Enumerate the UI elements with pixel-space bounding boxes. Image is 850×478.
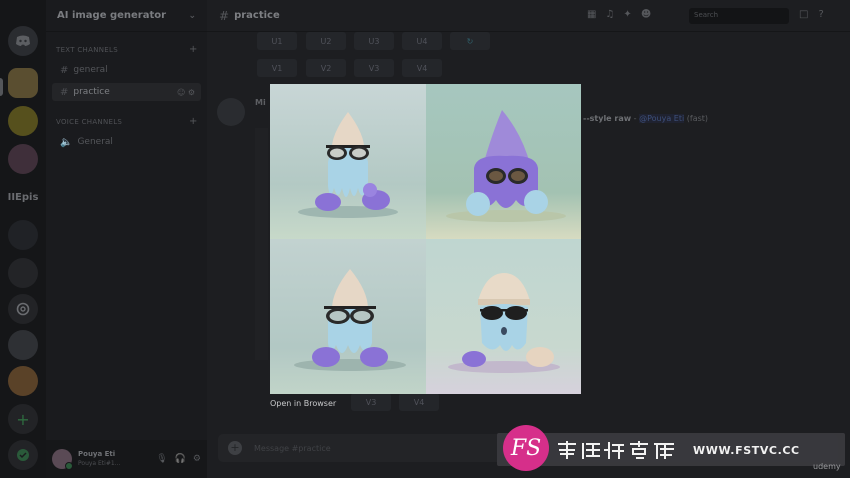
- image-grid-edge: [255, 128, 268, 360]
- server-icon-sail[interactable]: [8, 330, 38, 360]
- variation-button-1[interactable]: V1: [257, 59, 297, 77]
- channel-practice[interactable]: # practice ☺ ⚙: [52, 83, 201, 101]
- add-server-icon[interactable]: +: [8, 404, 38, 434]
- server-icon-ai[interactable]: [8, 68, 38, 98]
- server-name: AI image generator: [57, 10, 167, 21]
- speed-tag: (fast): [686, 114, 709, 123]
- upscale-button-2[interactable]: U2: [306, 32, 346, 50]
- upscale-button-4[interactable]: U4: [402, 32, 442, 50]
- image-tile-1: [270, 84, 426, 239]
- speaker-icon: 🔈: [60, 136, 73, 148]
- topbar-icons: ▦ ♫ ✦ ☻: [587, 9, 651, 20]
- user-mention[interactable]: @Pouya Eti: [639, 114, 685, 123]
- variation-button-2[interactable]: V2: [306, 59, 346, 77]
- channel-sidebar: AI image generator ⌄ TEXT CHANNELS + # g…: [46, 0, 207, 478]
- watermark-logo: FS: [503, 425, 549, 471]
- discord-app: IIEpis + AI image generator ⌄ TEXT CHANN…: [0, 0, 850, 478]
- chevron-down-icon: ⌄: [188, 10, 196, 21]
- help-icon[interactable]: ?: [818, 9, 823, 20]
- avatar[interactable]: [52, 449, 73, 470]
- pin-icon[interactable]: ✦: [623, 9, 631, 20]
- discord-home-icon[interactable]: [8, 26, 38, 56]
- composer-placeholder: Message #practice: [254, 443, 331, 453]
- server-icon-orange[interactable]: [8, 366, 38, 396]
- hash-icon: #: [219, 8, 230, 23]
- server-rail: IIEpis +: [0, 0, 46, 478]
- channel-title: practice: [234, 10, 280, 21]
- watermark-chinese-wordmark: [558, 441, 674, 459]
- add-voice-channel-icon[interactable]: +: [189, 116, 198, 127]
- generated-image-grid[interactable]: [270, 84, 581, 394]
- channel-general[interactable]: # general: [52, 61, 201, 79]
- voice-channels-category[interactable]: VOICE CHANNELS +: [56, 116, 197, 127]
- channel-settings-icons[interactable]: ☺ ⚙: [177, 88, 195, 97]
- prompt-style: --style raw: [583, 114, 632, 123]
- inbox-icon[interactable]: □: [799, 9, 808, 20]
- explore-servers-icon[interactable]: [8, 440, 38, 470]
- channel-topbar: # practice ▦ ♫ ✦ ☻ Search □ ?: [207, 0, 850, 32]
- open-in-browser-link[interactable]: Open in Browser: [270, 399, 336, 408]
- voice-category-label: VOICE CHANNELS: [56, 118, 123, 126]
- server-header[interactable]: AI image generator ⌄: [46, 0, 207, 32]
- channel-label: practice: [73, 87, 110, 97]
- voice-channel-general[interactable]: 🔈 General: [52, 133, 201, 151]
- gear-icon[interactable]: ⚙: [193, 454, 201, 464]
- user-controls: 🎙 🎧 ⚙: [156, 454, 201, 464]
- bot-avatar[interactable]: [217, 98, 245, 126]
- server-folder-label[interactable]: IIEpis: [8, 182, 39, 212]
- text-category-label: TEXT CHANNELS: [56, 46, 118, 54]
- search-input[interactable]: Search: [689, 8, 789, 24]
- server-icon-ai2[interactable]: [8, 220, 38, 250]
- upscale-button-1[interactable]: U1: [257, 32, 297, 50]
- bell-icon[interactable]: ♫: [605, 9, 614, 20]
- user-name: Pouya Eti: [78, 450, 116, 458]
- variation-button-3-lower[interactable]: V3: [351, 393, 391, 411]
- variation-button-3[interactable]: V3: [354, 59, 394, 77]
- text-channels-category[interactable]: TEXT CHANNELS +: [56, 44, 197, 55]
- user-panel: Pouya Eti Pouya Eti#1... 🎙 🎧 ⚙: [46, 440, 207, 478]
- user-names: Pouya Eti Pouya Eti#1...: [78, 450, 120, 468]
- server-icon-dark[interactable]: [8, 258, 38, 288]
- threads-icon[interactable]: ▦: [587, 9, 596, 20]
- image-tile-2: [426, 84, 581, 239]
- add-channel-icon[interactable]: +: [189, 44, 198, 55]
- variation-button-4-lower[interactable]: V4: [399, 393, 439, 411]
- image-tile-4: [426, 239, 581, 394]
- active-server-indicator: [0, 78, 3, 96]
- reroll-button[interactable]: ↻: [450, 32, 490, 50]
- add-attachment-icon[interactable]: +: [228, 441, 242, 455]
- variation-button-4[interactable]: V4: [402, 59, 442, 77]
- watermark-url: WWW.FSTVC.CC: [693, 444, 800, 457]
- udemy-label: udemy: [813, 462, 841, 471]
- headphones-icon[interactable]: 🎧: [175, 454, 186, 464]
- image-tile-3: [270, 239, 426, 394]
- openai-icon[interactable]: [8, 294, 38, 324]
- server-icon-avatar[interactable]: [8, 144, 38, 174]
- topbar-right-icons: □ ?: [799, 9, 824, 20]
- upscale-button-3[interactable]: U3: [354, 32, 394, 50]
- message-author[interactable]: Mi: [255, 98, 266, 107]
- message-prompt-tail: --style raw - @Pouya Eti (fast): [583, 114, 709, 123]
- hash-icon: #: [60, 64, 69, 76]
- members-icon[interactable]: ☻: [641, 9, 651, 20]
- channel-label: general: [73, 65, 108, 75]
- user-status: Pouya Eti#1...: [78, 460, 121, 467]
- server-icon-yellow[interactable]: [8, 106, 38, 136]
- channel-label: General: [77, 137, 113, 147]
- microphone-icon[interactable]: 🎙: [156, 454, 167, 464]
- hash-icon: #: [60, 86, 69, 98]
